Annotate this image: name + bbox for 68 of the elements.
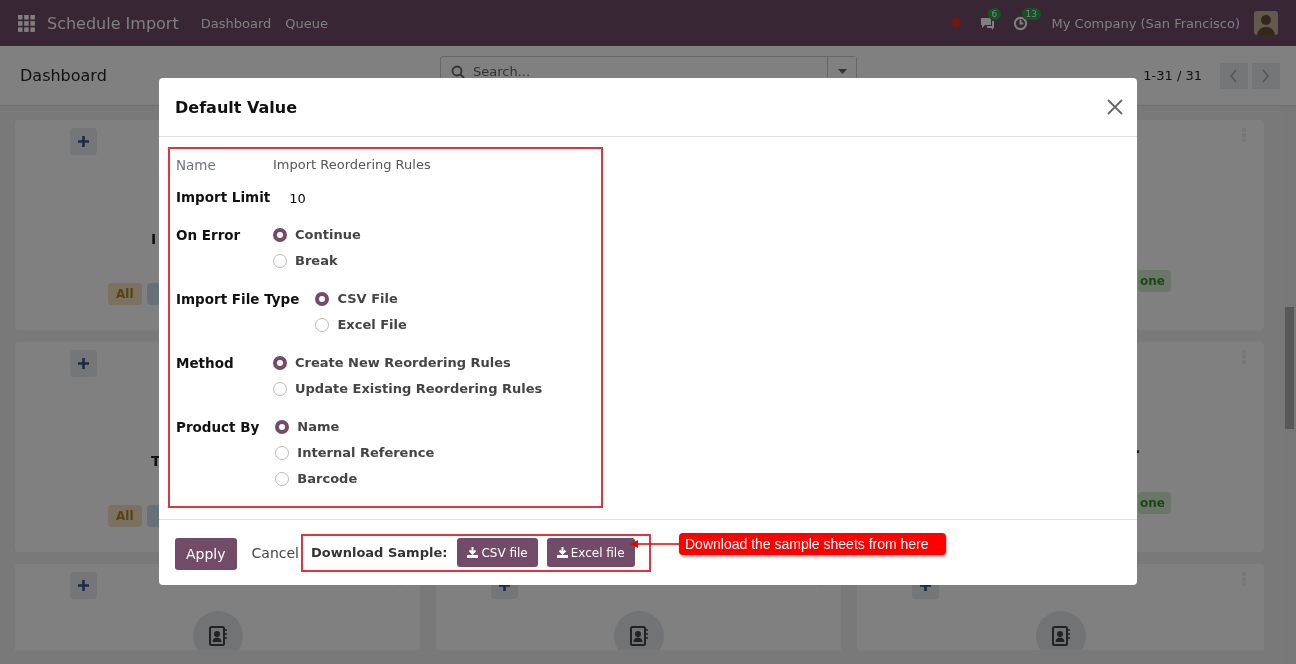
option-label[interactable]: Internal Reference <box>297 440 435 466</box>
chat-icon[interactable] <box>978 15 995 31</box>
contact-book-icon <box>1051 626 1070 646</box>
download-label: Download Sample: <box>310 545 448 560</box>
annotation-callout: Download the sample sheets from here <box>679 533 946 555</box>
plus-icon <box>78 580 89 591</box>
plus-icon <box>78 358 89 369</box>
contact-book-icon <box>208 626 227 646</box>
count-badge: 6 <box>987 7 1002 20</box>
next-page-button[interactable] <box>1252 62 1280 89</box>
radio-button[interactable] <box>315 318 330 332</box>
radio-button[interactable] <box>275 420 290 434</box>
option-label[interactable]: Break <box>295 248 338 274</box>
field-label: Name <box>176 156 217 175</box>
search-field[interactable]: Search... <box>465 64 827 79</box>
add-button[interactable] <box>70 572 97 599</box>
add-button[interactable] <box>70 128 97 155</box>
pointer-arrow <box>630 540 679 548</box>
caret-icon <box>837 69 847 74</box>
field-value: Import Reordering Rules <box>273 156 431 174</box>
recording-dot-icon[interactable] <box>950 18 961 28</box>
download-button[interactable]: Excel file <box>546 538 635 567</box>
field-label: Import File Type <box>176 290 301 309</box>
menu-item[interactable]: Queue <box>285 15 328 31</box>
radio-button[interactable] <box>273 228 287 242</box>
radio-button[interactable] <box>275 472 290 486</box>
chevron-left-icon <box>1230 68 1238 83</box>
apply-button[interactable]: Apply <box>175 537 237 570</box>
radio-button[interactable] <box>273 254 287 268</box>
field-label: Product By <box>176 418 261 437</box>
download-icon <box>467 547 479 558</box>
page-title: Dashboard <box>20 66 108 85</box>
field-label: On Error <box>176 226 242 245</box>
radio-button[interactable] <box>275 446 290 460</box>
option-label[interactable]: Barcode <box>297 466 358 492</box>
card-title: I <box>151 231 157 249</box>
download-button[interactable]: CSV file <box>457 538 538 567</box>
chevron-right-icon <box>1262 68 1270 83</box>
close-button[interactable] <box>1107 99 1123 115</box>
field-label: Import Limit <box>176 188 272 207</box>
count-badge: 13 <box>1021 7 1041 20</box>
app-title: Schedule Import <box>47 13 179 33</box>
option-label[interactable]: CSV File <box>337 286 398 312</box>
option-label[interactable]: Excel File <box>337 312 407 338</box>
company-name[interactable]: My Company (San Francisco) <box>1051 15 1240 31</box>
clock-icon[interactable] <box>1012 15 1028 31</box>
avatar-icon[interactable] <box>1254 11 1278 35</box>
option-label[interactable]: Create New Reordering Rules <box>295 350 511 376</box>
close-icon <box>1107 99 1123 115</box>
option-label[interactable]: Continue <box>295 222 361 248</box>
option-label[interactable]: Name <box>297 414 340 440</box>
radio-button[interactable] <box>273 382 287 396</box>
cancel-button[interactable]: Cancel <box>251 544 299 561</box>
download-icon <box>556 547 568 558</box>
search-icon <box>451 64 465 79</box>
card-title: T <box>151 453 161 471</box>
field-label: Method <box>176 354 235 373</box>
option-label[interactable]: Update Existing Reordering Rules <box>295 376 543 402</box>
contact-book-icon <box>629 626 648 646</box>
pager-value[interactable]: 1-31 / 31 <box>1143 68 1202 83</box>
dialog-title: Default Value <box>175 97 297 117</box>
apps-menu-icon[interactable] <box>18 14 35 32</box>
radio-button[interactable] <box>315 292 330 306</box>
radio-button[interactable] <box>273 356 287 370</box>
previous-page-button[interactable] <box>1220 62 1248 89</box>
menu-item[interactable]: Dashboard <box>200 15 272 31</box>
add-button[interactable] <box>70 350 97 377</box>
plus-icon <box>78 136 89 147</box>
